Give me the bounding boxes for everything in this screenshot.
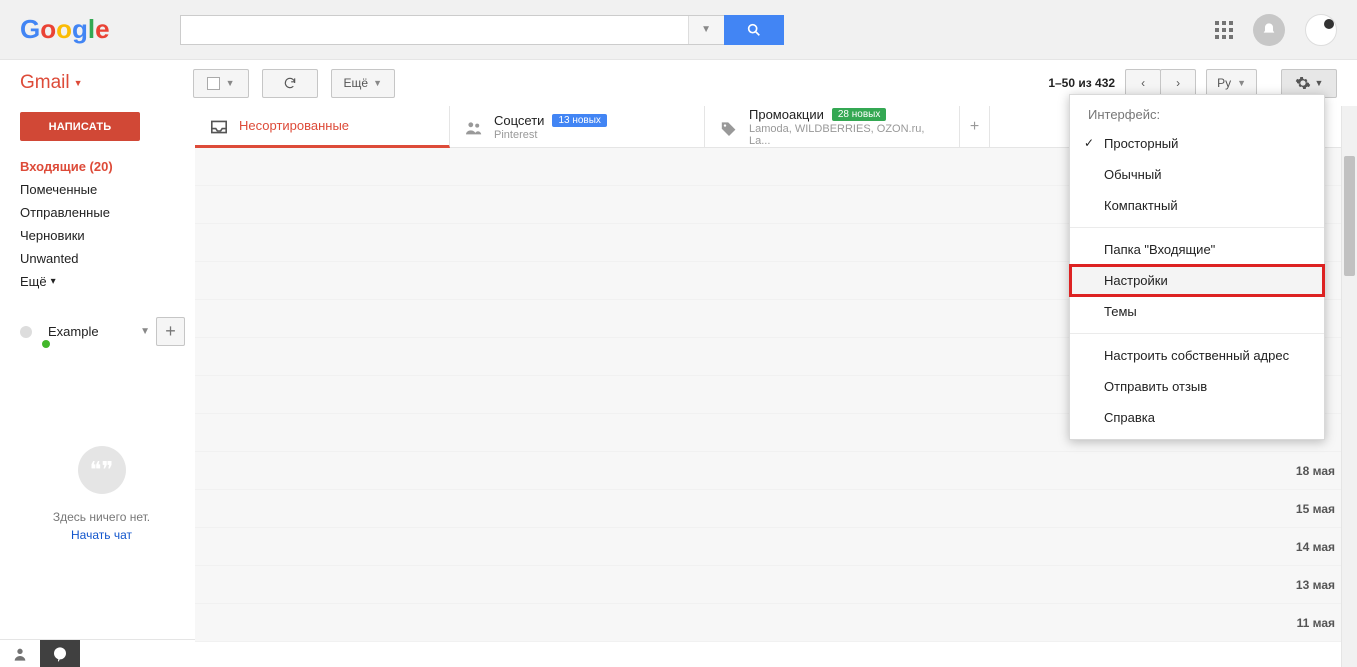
- caret-down-icon: ▾: [51, 276, 56, 287]
- people-icon: [464, 120, 482, 134]
- start-chat-link[interactable]: Начать чат: [18, 528, 185, 542]
- mail-row[interactable]: 18 мая: [195, 452, 1357, 490]
- lang-label: Ру: [1217, 76, 1231, 90]
- more-button[interactable]: Ещё ▼: [331, 69, 395, 98]
- online-status-icon: [42, 340, 50, 348]
- mail-date: 15 мая: [1296, 502, 1343, 516]
- select-all-button[interactable]: ▼: [193, 69, 249, 98]
- more-label: Ещё: [344, 76, 369, 90]
- sidebar-item-inbox[interactable]: Входящие (20): [0, 155, 195, 178]
- sidebar-item-drafts[interactable]: Черновики: [0, 224, 195, 247]
- presence-avatar: [18, 324, 42, 340]
- sidebar-more-label: Ещё: [20, 274, 47, 289]
- hangouts-self-row[interactable]: Example ▼ +: [18, 317, 185, 346]
- sidebar: НАПИСАТЬ Входящие (20) Помеченные Отправ…: [0, 106, 195, 667]
- vertical-scrollbar[interactable]: [1341, 106, 1357, 667]
- menu-settings[interactable]: Настройки: [1070, 265, 1324, 296]
- mail-row[interactable]: 13 мая: [195, 566, 1357, 604]
- sidebar-more[interactable]: Ещё ▾: [0, 270, 195, 293]
- add-tab-button[interactable]: +: [960, 106, 990, 147]
- refresh-button[interactable]: [262, 69, 318, 98]
- menu-custom-address[interactable]: Настроить собственный адрес: [1070, 340, 1324, 371]
- tab-social[interactable]: Соцсети 13 новых Pinterest: [450, 106, 705, 147]
- gmail-brand[interactable]: Gmail ▼: [20, 72, 83, 94]
- mail-row[interactable]: 14 мая: [195, 528, 1357, 566]
- new-conversation-button[interactable]: +: [156, 317, 185, 346]
- notifications-icon[interactable]: [1253, 14, 1285, 46]
- sidebar-item-starred[interactable]: Помеченные: [0, 178, 195, 201]
- tag-icon: [719, 120, 737, 134]
- chevron-right-icon: ›: [1176, 76, 1180, 90]
- paging-text: 1–50 из 432: [1048, 76, 1115, 90]
- menu-themes[interactable]: Темы: [1070, 296, 1324, 327]
- search-box: ▼: [180, 15, 725, 45]
- tab-primary[interactable]: Несортированные: [195, 106, 450, 148]
- mail-date: 18 мая: [1296, 464, 1343, 478]
- menu-density-compact[interactable]: Компактный: [1070, 190, 1324, 221]
- tab-promo-badge: 28 новых: [832, 108, 887, 121]
- menu-inbox-folder[interactable]: Папка "Входящие": [1070, 234, 1324, 265]
- contacts-tab[interactable]: [0, 640, 40, 667]
- gear-icon: [1295, 75, 1311, 91]
- menu-feedback[interactable]: Отправить отзыв: [1070, 371, 1324, 402]
- search-options-dropdown[interactable]: ▼: [688, 16, 724, 44]
- refresh-icon: [283, 76, 297, 90]
- tab-promo-label: Промоакции: [749, 107, 824, 122]
- mail-date: 11 мая: [1297, 616, 1343, 630]
- caret-down-icon: ▼: [1315, 78, 1324, 88]
- tab-promotions[interactable]: Промоакции 28 новых Lamoda, WILDBERRIES,…: [705, 106, 960, 147]
- mail-row[interactable]: 15 мая: [195, 490, 1357, 528]
- person-icon: [12, 646, 28, 662]
- tab-social-label: Соцсети: [494, 113, 544, 128]
- caret-down-icon: ▼: [74, 78, 83, 88]
- checkbox-icon: [207, 77, 220, 90]
- tab-promo-sub: Lamoda, WILDBERRIES, OZON.ru, La...: [749, 123, 945, 147]
- hangouts-panel: Example ▼ + ❝❞ Здесь ничего нет. Начать …: [0, 317, 195, 542]
- compose-button[interactable]: НАПИСАТЬ: [20, 112, 140, 141]
- header-right: [1215, 14, 1337, 46]
- account-avatar[interactable]: [1305, 14, 1337, 46]
- search-form: ▼: [180, 15, 784, 45]
- hangouts-tab[interactable]: [40, 640, 80, 667]
- inbox-icon: [209, 119, 227, 133]
- menu-separator: [1070, 227, 1324, 228]
- mail-row[interactable]: 11 мая: [195, 604, 1357, 642]
- hangouts-empty: ❝❞ Здесь ничего нет. Начать чат: [18, 446, 185, 542]
- menu-density-cozy[interactable]: Обычный: [1070, 159, 1324, 190]
- menu-help[interactable]: Справка: [1070, 402, 1324, 433]
- menu-section-interface: Интерфейс:: [1070, 101, 1324, 128]
- apps-icon[interactable]: [1215, 21, 1233, 39]
- caret-down-icon: ▼: [1237, 78, 1246, 88]
- tab-primary-label: Несортированные: [239, 118, 349, 133]
- caret-down-icon: ▼: [373, 78, 382, 88]
- hangouts-empty-text: Здесь ничего нет.: [18, 510, 185, 524]
- sidebar-item-sent[interactable]: Отправленные: [0, 201, 195, 224]
- hangouts-icon: [52, 646, 68, 662]
- tab-social-badge: 13 новых: [552, 114, 607, 127]
- hangouts-username: Example: [48, 324, 134, 339]
- tab-social-sub: Pinterest: [494, 129, 607, 141]
- chevron-left-icon: ‹: [1141, 76, 1145, 90]
- caret-down-icon: ▼: [140, 326, 150, 337]
- search-button[interactable]: [724, 15, 784, 45]
- mail-date: 14 мая: [1296, 540, 1343, 554]
- hangouts-tabs: [0, 639, 195, 667]
- settings-menu: Интерфейс: Просторный Обычный Компактный…: [1069, 94, 1325, 440]
- google-logo[interactable]: Google: [20, 14, 110, 45]
- menu-separator: [1070, 333, 1324, 334]
- header-bar: Google ▼: [0, 0, 1357, 60]
- gmail-brand-label: Gmail: [20, 72, 70, 94]
- scrollbar-thumb[interactable]: [1344, 156, 1355, 276]
- search-icon: [746, 22, 762, 38]
- caret-down-icon: ▼: [226, 78, 235, 88]
- menu-density-comfortable[interactable]: Просторный: [1070, 128, 1324, 159]
- search-input[interactable]: [181, 22, 688, 38]
- sidebar-item-unwanted[interactable]: Unwanted: [0, 247, 195, 270]
- hangouts-icon: ❝❞: [78, 446, 126, 494]
- mail-date: 13 мая: [1296, 578, 1343, 592]
